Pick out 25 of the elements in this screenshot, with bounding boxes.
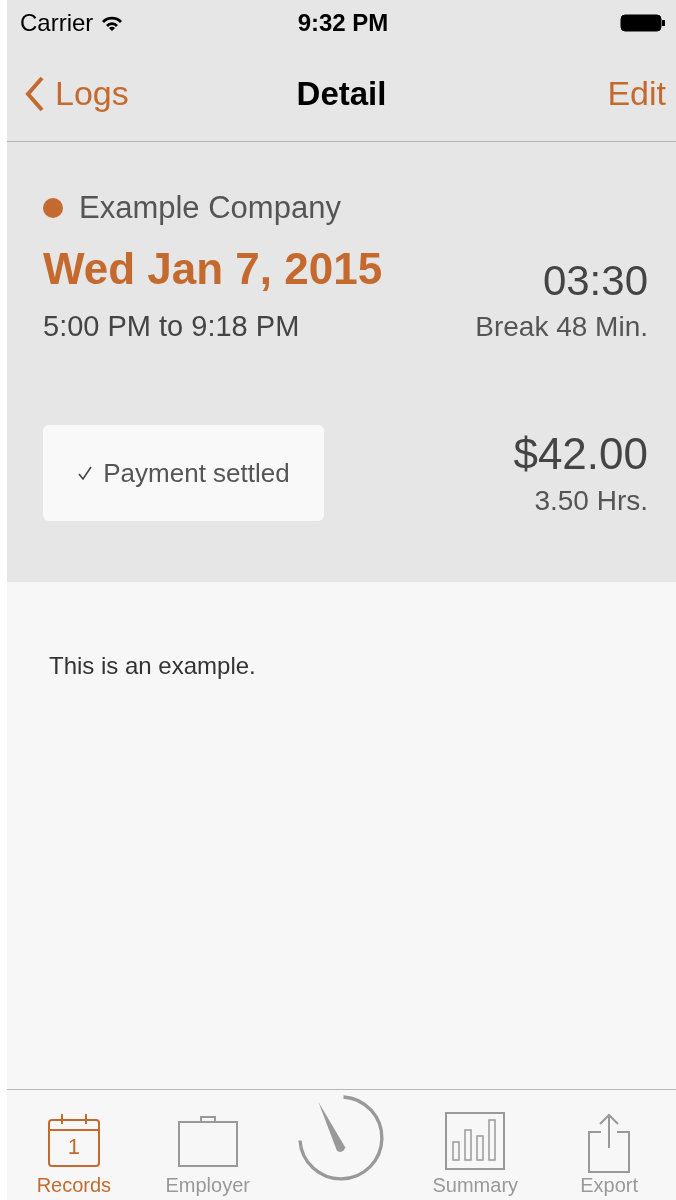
hours: 3.50 Hrs. xyxy=(534,485,648,517)
time-range: 5:00 PM to 9:18 PM xyxy=(43,310,301,343)
amount: $42.00 xyxy=(513,429,648,479)
screen-title: Detail xyxy=(295,74,388,113)
tab-item[interactable]: Export xyxy=(544,1090,675,1200)
share-icon xyxy=(587,1112,632,1174)
wifi-icon xyxy=(101,15,124,31)
tab-item[interactable]: 1 Records xyxy=(8,1090,139,1200)
calendar-icon xyxy=(46,1112,101,1168)
tab-item[interactable]: Employer xyxy=(142,1090,273,1200)
battery-icon xyxy=(620,13,666,33)
break-time: Break 48 Min. xyxy=(475,311,648,343)
duration: 03:30 xyxy=(542,257,648,305)
chevron-left-icon xyxy=(25,75,45,112)
edit-button[interactable]: Edit xyxy=(607,74,666,113)
check-icon xyxy=(77,465,94,481)
back-button[interactable]: Logs xyxy=(25,74,129,113)
entry-date: Wed Jan 7, 2015 xyxy=(43,244,383,294)
bar-chart-icon xyxy=(445,1112,506,1170)
payment-status-button[interactable]: Payment settled xyxy=(43,425,324,521)
company-name: Example Company xyxy=(79,190,341,226)
tab-item[interactable]: Summary xyxy=(410,1090,541,1200)
clock-time: 9:32 PM xyxy=(297,9,389,37)
note-text: This is an example. xyxy=(49,652,257,680)
carrier-name: Carrier xyxy=(20,9,94,37)
